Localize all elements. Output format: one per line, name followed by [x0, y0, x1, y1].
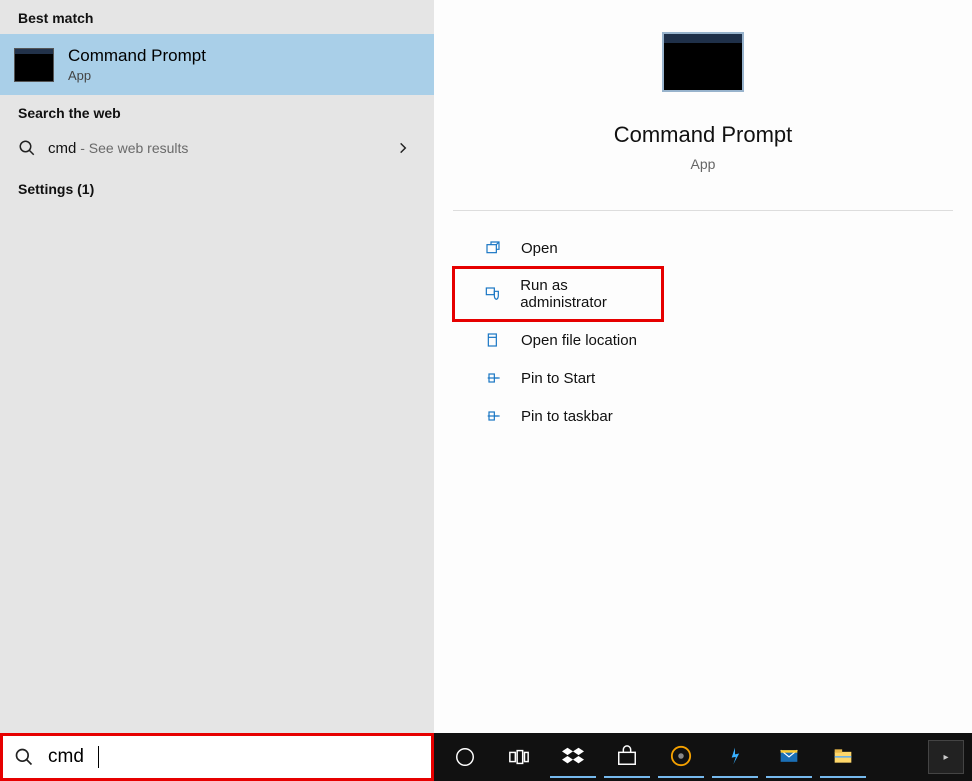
- search-icon: [18, 139, 36, 157]
- action-open-location[interactable]: Open file location: [453, 321, 953, 359]
- chevron-right-icon: [396, 141, 416, 155]
- action-run-admin[interactable]: Run as administrator: [453, 267, 663, 321]
- actions-list: Open Run as administrator Open file loca…: [453, 210, 953, 435]
- groove-icon[interactable]: [658, 736, 704, 778]
- dropbox-icon[interactable]: [550, 736, 596, 778]
- search-input-value: cmd: [48, 746, 84, 768]
- search-results-panel: Best match Command Prompt App Search the…: [0, 0, 434, 733]
- best-match-subtitle: App: [68, 68, 206, 83]
- action-open[interactable]: Open: [453, 229, 953, 267]
- best-match-text: Command Prompt App: [68, 46, 206, 83]
- taskbar: cmd ▸: [0, 733, 972, 781]
- app-icon[interactable]: [712, 736, 758, 778]
- settings-label[interactable]: Settings (1): [0, 167, 434, 211]
- app-title: Command Prompt: [614, 122, 793, 148]
- folder-icon: [483, 331, 503, 349]
- web-result-query: cmd: [48, 140, 76, 157]
- shield-icon: [483, 285, 502, 303]
- cortana-icon[interactable]: [442, 736, 488, 778]
- open-icon: [483, 239, 503, 257]
- search-input[interactable]: cmd: [0, 733, 434, 781]
- pin-icon: [483, 407, 503, 425]
- action-pin-taskbar[interactable]: Pin to taskbar: [453, 397, 953, 435]
- command-prompt-icon: [662, 32, 744, 92]
- show-desktop-button[interactable]: ▸: [928, 740, 964, 774]
- action-open-location-label: Open file location: [521, 332, 637, 349]
- task-view-icon[interactable]: [496, 736, 542, 778]
- search-icon: [14, 747, 34, 767]
- mail-icon[interactable]: [766, 736, 812, 778]
- web-result-text: cmd - See web results: [48, 140, 188, 157]
- taskbar-tray: ▸: [434, 733, 972, 781]
- action-pin-start[interactable]: Pin to Start: [453, 359, 953, 397]
- details-panel: Command Prompt App Open Run as administr…: [434, 0, 972, 733]
- action-pin-start-label: Pin to Start: [521, 370, 595, 387]
- action-run-admin-label: Run as administrator: [520, 277, 653, 311]
- pin-icon: [483, 369, 503, 387]
- text-cursor: [98, 746, 99, 768]
- app-subtitle: App: [691, 156, 716, 172]
- web-result-item[interactable]: cmd - See web results: [0, 129, 434, 167]
- best-match-item[interactable]: Command Prompt App: [0, 34, 434, 95]
- search-web-label: Search the web: [0, 95, 434, 129]
- store-icon[interactable]: [604, 736, 650, 778]
- best-match-title: Command Prompt: [68, 46, 206, 66]
- action-open-label: Open: [521, 240, 558, 257]
- best-match-label: Best match: [0, 0, 434, 34]
- file-explorer-icon[interactable]: [820, 736, 866, 778]
- web-result-suffix: - See web results: [76, 140, 188, 156]
- command-prompt-icon: [14, 48, 54, 82]
- action-pin-taskbar-label: Pin to taskbar: [521, 408, 613, 425]
